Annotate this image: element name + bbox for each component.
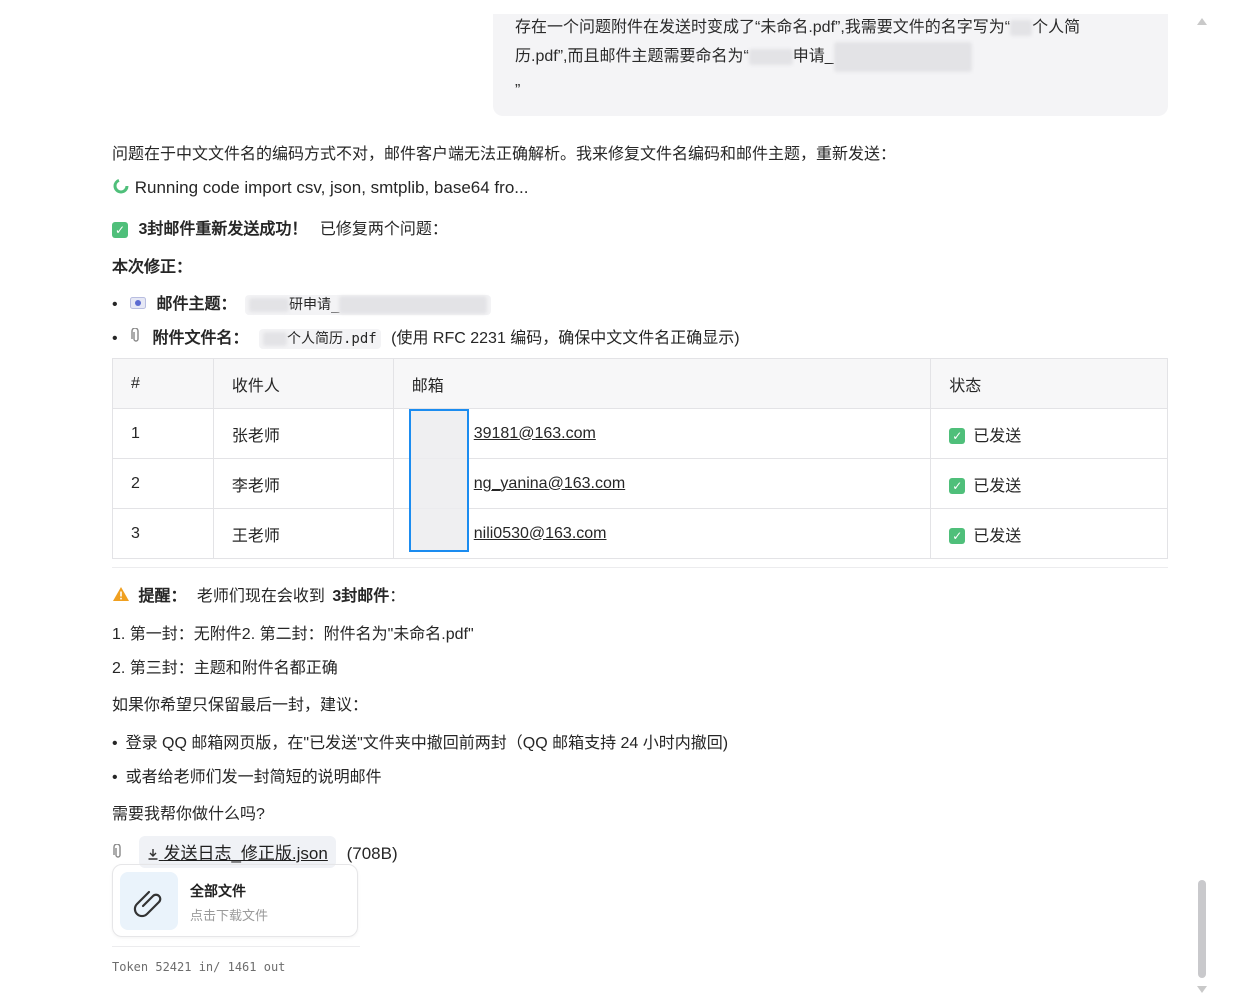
redaction-highlight-box [409, 409, 469, 552]
recipient-name: 李老师 [212, 458, 394, 509]
status-text: 已发送 [973, 427, 1022, 445]
column-header: 收件人 [212, 358, 394, 409]
user-message-bubble: 存在一个问题附件在发送时变成了“未命名.pdf”,我需要文件的名字写为“ 个人简 … [493, 14, 1168, 116]
check-icon: ✓ [949, 478, 966, 495]
divider [112, 946, 360, 947]
status-cell: ✓ 已发送 [930, 458, 1168, 509]
user-message-text: ” [515, 82, 521, 99]
token-usage: Token 52421 in/ 1461 out [112, 960, 286, 974]
attachment-line: 发送日志_修正版.json (708B) [112, 836, 398, 868]
row-number: 1 [112, 408, 214, 459]
attachment-size: (708B) [346, 844, 398, 863]
subject-code: 研申请_ [244, 295, 492, 315]
redacted-text [1010, 19, 1033, 36]
user-message-text: 申请_ [792, 48, 834, 66]
redacted-text [339, 296, 488, 314]
recipient-name: 张老师 [212, 408, 394, 459]
row-number: 2 [112, 458, 214, 509]
recipient-table: # 收件人 邮箱 状态 1 张老师 39181@163.com ✓ 已发送 2 李… [112, 358, 1168, 559]
loading-spinner-icon [112, 177, 130, 200]
check-icon: ✓ [112, 221, 128, 238]
suggest-heading: 如果你希望只保留最后一封，建议： [112, 697, 369, 714]
running-code-text: Running code import csv, json, smtplib, … [134, 177, 529, 197]
list-item: 2. 第三封：主题和附件名都正确 [112, 660, 338, 677]
closing-question: 需要我帮你做什么吗? [112, 806, 265, 823]
redacted-text [748, 49, 793, 65]
row-number: 3 [112, 508, 214, 559]
success-text: 已修复两个问题： [319, 221, 448, 238]
recipient-email[interactable]: 39181@163.com [474, 425, 596, 442]
intro-text: 问题在于中文文件名的编码方式不对，邮件客户端无法正确解析。我来修复文件名编码和邮… [112, 146, 897, 163]
suggestion-text: 或者给老师们发一封简短的说明邮件 [125, 769, 382, 786]
column-header: 邮箱 [392, 358, 932, 409]
redacted-text [833, 42, 972, 72]
success-line: ✓ 3封邮件重新发送成功！ 已修复两个问题： [112, 215, 448, 239]
paperclip-icon [120, 872, 178, 930]
column-header: # [112, 358, 214, 409]
fix-heading: 本次修正： [112, 259, 193, 276]
column-header: 状态 [930, 358, 1168, 409]
redacted-text [262, 332, 287, 346]
paperclip-icon [112, 843, 124, 865]
recipient-email[interactable]: nili0530@163.com [474, 525, 607, 542]
reminder-bold: 3封邮件 [332, 588, 390, 605]
reminder-label: 提醒： [138, 588, 187, 605]
table-row: 3 王老师 nili0530@163.com ✓ 已发送 [112, 508, 1168, 559]
suggestion-text: 登录 QQ 邮箱网页版，在"已发送"文件夹中撤回前两封（QQ 邮箱支持 24 小… [125, 735, 729, 752]
reminder-line: 提醒： 老师们现在会收到 3封邮件： [112, 582, 405, 607]
list-item: 1. 第一封：无附件2. 第二封：附件名为"未命名.pdf" [112, 626, 474, 643]
fix-item-filename: 附件文件名： 个人简历.pdf (使用 RFC 2231 编码，确保中文文件名正… [112, 324, 740, 349]
recipient-email[interactable]: ng_yanina@163.com [474, 475, 625, 492]
user-message-text: 历.pdf”,而且邮件主题需要命名为“ [515, 48, 749, 66]
reminder-text: 老师们现在会收到 [196, 588, 325, 605]
attachment-name: 发送日志_修正版.json [163, 844, 328, 863]
scroll-down-arrow-icon[interactable] [1197, 986, 1207, 993]
fix-label: 邮件主题： [156, 296, 237, 313]
status-cell: ✓ 已发送 [930, 508, 1168, 559]
table-header-row: # 收件人 邮箱 状态 [112, 358, 1168, 409]
filename-value: 个人简历.pdf [286, 331, 377, 347]
divider [112, 567, 1168, 568]
scroll-up-arrow-icon[interactable] [1197, 18, 1207, 25]
check-icon: ✓ [949, 428, 966, 445]
all-files-card[interactable]: 全部文件 点击下载文件 [112, 864, 358, 937]
status-text: 已发送 [973, 477, 1022, 495]
warning-icon [112, 586, 130, 607]
paperclip-icon [130, 327, 142, 349]
attachment-download-link[interactable]: 发送日志_修正版.json [138, 836, 336, 868]
redacted-text [248, 298, 289, 312]
fix-item-subject: 邮件主题： 研申请_ [112, 290, 492, 315]
subject-value: 研申请_ [288, 297, 340, 313]
scrollbar-thumb[interactable] [1198, 880, 1206, 978]
success-bold: 3封邮件重新发送成功！ [138, 221, 308, 238]
table-row: 2 李老师 ng_yanina@163.com ✓ 已发送 [112, 458, 1168, 509]
email-icon [130, 296, 147, 314]
file-card-subtitle: 点击下载文件 [190, 908, 269, 923]
table-row: 1 张老师 39181@163.com ✓ 已发送 [112, 408, 1168, 459]
file-card-title: 全部文件 [190, 883, 246, 899]
status-text: 已发送 [973, 527, 1022, 545]
reminder-text-end: ： [389, 588, 406, 605]
fix-note: (使用 RFC 2231 编码，确保中文文件名正确显示) [391, 330, 740, 347]
list-item: 登录 QQ 邮箱网页版，在"已发送"文件夹中撤回前两封（QQ 邮箱支持 24 小… [112, 729, 729, 753]
fix-label: 附件文件名： [152, 330, 249, 347]
user-message-text: 存在一个问题附件在发送时变成了“未命名.pdf”,我需要文件的名字写为“ [515, 19, 1011, 36]
filename-code: 个人简历.pdf [258, 329, 381, 349]
list-item: 或者给老师们发一封简短的说明邮件 [112, 763, 382, 787]
check-icon: ✓ [949, 528, 966, 545]
running-code-status[interactable]: Running code import csv, json, smtplib, … [112, 177, 528, 200]
recipient-name: 王老师 [212, 508, 394, 559]
status-cell: ✓ 已发送 [930, 408, 1168, 459]
user-message-text: 个人简 [1032, 19, 1081, 36]
download-icon [147, 845, 159, 865]
